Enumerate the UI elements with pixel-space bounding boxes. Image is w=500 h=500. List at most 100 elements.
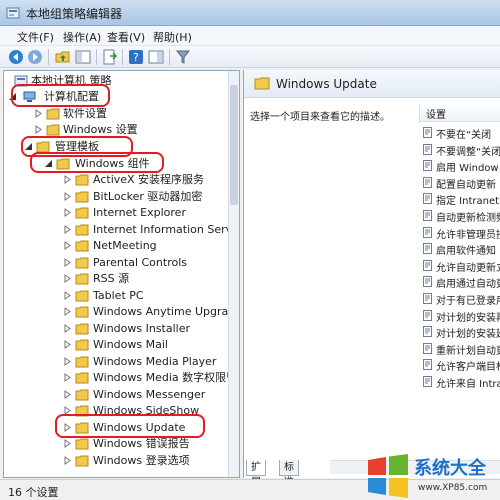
tree-item-component[interactable]: Windows 错误报告 <box>4 436 228 452</box>
back-arrow-icon[interactable] <box>8 49 24 65</box>
folder-icon <box>75 273 89 285</box>
setting-row[interactable]: 对计划的安装延 <box>421 323 500 340</box>
folder-icon <box>75 207 89 219</box>
expand-arrow-icon[interactable] <box>63 224 72 234</box>
tree-item-component[interactable]: Windows Messenger <box>4 387 228 403</box>
column-header-setting[interactable]: 设置 <box>419 104 500 122</box>
highlight-windows-update <box>55 414 205 438</box>
policy-setting-icon <box>423 376 432 387</box>
tree-item-component[interactable]: Windows Anytime Upgrade <box>4 304 239 320</box>
setting-row[interactable]: 配置自动更新 <box>421 174 500 191</box>
menu-file[interactable]: 文件(F) <box>14 29 57 45</box>
expand-arrow-icon[interactable] <box>63 373 72 382</box>
expand-arrow-icon[interactable] <box>34 109 43 118</box>
tree-scrollbar[interactable] <box>228 71 239 477</box>
folder-icon <box>75 389 89 400</box>
filter-icon[interactable] <box>175 49 191 65</box>
setting-row[interactable]: 启用通过自动更 <box>421 273 500 290</box>
expand-arrow-icon[interactable] <box>63 274 72 283</box>
status-text: 16 个设置 <box>8 486 59 499</box>
folder-icon <box>75 174 89 186</box>
tree-item-component[interactable]: BitLocker 驱动器加密 <box>4 189 228 205</box>
setting-label: 对计划的安装再 <box>436 312 500 324</box>
setting-row[interactable]: 允许客户端目标 <box>421 356 500 373</box>
setting-row[interactable]: 对计划的安装再 <box>421 307 500 324</box>
expand-arrow-icon[interactable] <box>63 241 72 250</box>
title-bar[interactable]: 本地组策略编辑器 <box>0 0 500 26</box>
tree-item-label: Windows 错误报告 <box>93 437 190 450</box>
tree-item-component[interactable]: Windows Media 数字权限管理 <box>4 370 239 386</box>
setting-row[interactable]: 启用 Window <box>421 157 500 174</box>
setting-row[interactable]: 启用软件通知 <box>421 240 500 257</box>
setting-row[interactable]: 对于有已登录用 <box>421 290 500 307</box>
setting-label: 允许自动更新立 <box>436 262 500 274</box>
tree-item-label: Internet Explorer <box>93 206 186 219</box>
setting-row[interactable]: 允许来自 Intra <box>421 373 500 390</box>
tree-item-software-settings[interactable]: 软件设置 <box>4 106 228 122</box>
tab-extended[interactable]: 扩展 <box>246 460 266 488</box>
menu-bar: 文件(F) 操作(A) 查看(V) 帮助(H) <box>0 26 500 46</box>
tree-item-label: Windows Installer <box>93 321 191 335</box>
setting-label: 配置自动更新 <box>436 179 496 191</box>
expand-arrow-icon[interactable] <box>63 389 72 399</box>
tree-scrollbar-thumb[interactable] <box>230 85 238 205</box>
expand-arrow-icon[interactable] <box>63 340 72 349</box>
expand-arrow-icon[interactable] <box>63 356 72 366</box>
help-icon[interactable]: ? <box>128 49 144 65</box>
expand-arrow-icon[interactable] <box>63 307 72 316</box>
tree-item-label: Windows Mail <box>93 338 168 351</box>
tree-item-component[interactable]: Windows Mail <box>4 337 228 353</box>
tree-item-component[interactable]: Internet Information Services <box>4 222 239 238</box>
expand-arrow-icon[interactable] <box>63 290 72 300</box>
setting-label: 启用软件通知 <box>436 246 496 258</box>
expand-arrow-icon[interactable] <box>63 208 72 217</box>
properties-pane-icon[interactable] <box>148 49 164 65</box>
expand-arrow-icon[interactable] <box>63 455 72 465</box>
menu-view[interactable]: 查看(V) <box>104 29 148 45</box>
tree-item-label: BitLocker 驱动器加密 <box>93 189 203 203</box>
policy-setting-icon <box>423 276 432 288</box>
tab-standard[interactable]: 标准 <box>279 460 299 488</box>
toolbar-separator <box>96 49 97 65</box>
setting-row[interactable]: 重新计划自动更 <box>421 340 500 357</box>
menu-help[interactable]: 帮助(H) <box>150 29 195 45</box>
policy-setting-icon <box>423 309 432 321</box>
setting-row[interactable]: 允许自动更新立 <box>421 257 500 274</box>
expand-arrow-icon[interactable] <box>63 257 72 267</box>
watermark-url: www.XP85.com <box>418 483 488 493</box>
tree-item-label: Parental Controls <box>93 255 187 269</box>
tree-item-component[interactable]: RSS 源 <box>4 271 228 287</box>
forward-arrow-icon[interactable] <box>27 49 43 65</box>
expand-arrow-icon[interactable] <box>63 191 72 201</box>
tree-item-component[interactable]: Windows 登录选项 <box>4 453 228 469</box>
up-folder-icon[interactable] <box>55 49 71 65</box>
tree-item-component[interactable]: Windows Installer <box>4 321 228 337</box>
expand-arrow-icon[interactable] <box>63 439 72 448</box>
folder-icon <box>75 257 89 268</box>
setting-row[interactable]: 指定 Intranet <box>421 190 500 207</box>
expand-arrow-icon[interactable] <box>63 323 72 333</box>
policy-setting-icon <box>423 259 432 271</box>
tree-item-component[interactable]: Tablet PC <box>4 288 228 304</box>
setting-row[interactable]: 不要在“关闭 <box>421 124 500 141</box>
tree-item-component[interactable]: Windows Media Player <box>4 354 228 370</box>
menu-action[interactable]: 操作(A) <box>60 29 104 45</box>
folder-icon <box>46 124 60 136</box>
setting-row[interactable]: 自动更新检测频 <box>421 207 500 224</box>
tree-item-label: Tablet PC <box>93 288 144 302</box>
toolbar-separator <box>48 49 49 65</box>
tree-item-component[interactable]: Internet Explorer <box>4 205 228 221</box>
setting-row[interactable]: 不要调整“关闭 <box>421 141 500 158</box>
tree-item-component[interactable]: NetMeeting <box>4 238 228 254</box>
expand-arrow-icon[interactable] <box>63 175 72 184</box>
tree-item-component[interactable]: Parental Controls <box>4 255 228 271</box>
expand-arrow-icon[interactable] <box>34 125 43 134</box>
export-list-icon[interactable] <box>102 49 118 65</box>
toolbar-separator <box>169 49 170 65</box>
gpedit-app-icon <box>6 7 20 19</box>
show-hide-tree-icon[interactable] <box>75 49 91 65</box>
setting-row[interactable]: 允许非管理员接 <box>421 224 500 241</box>
folder-icon <box>75 339 89 351</box>
details-header: Windows Update <box>244 70 500 98</box>
tree-item-component[interactable]: ActiveX 安装程序服务 <box>4 172 228 188</box>
